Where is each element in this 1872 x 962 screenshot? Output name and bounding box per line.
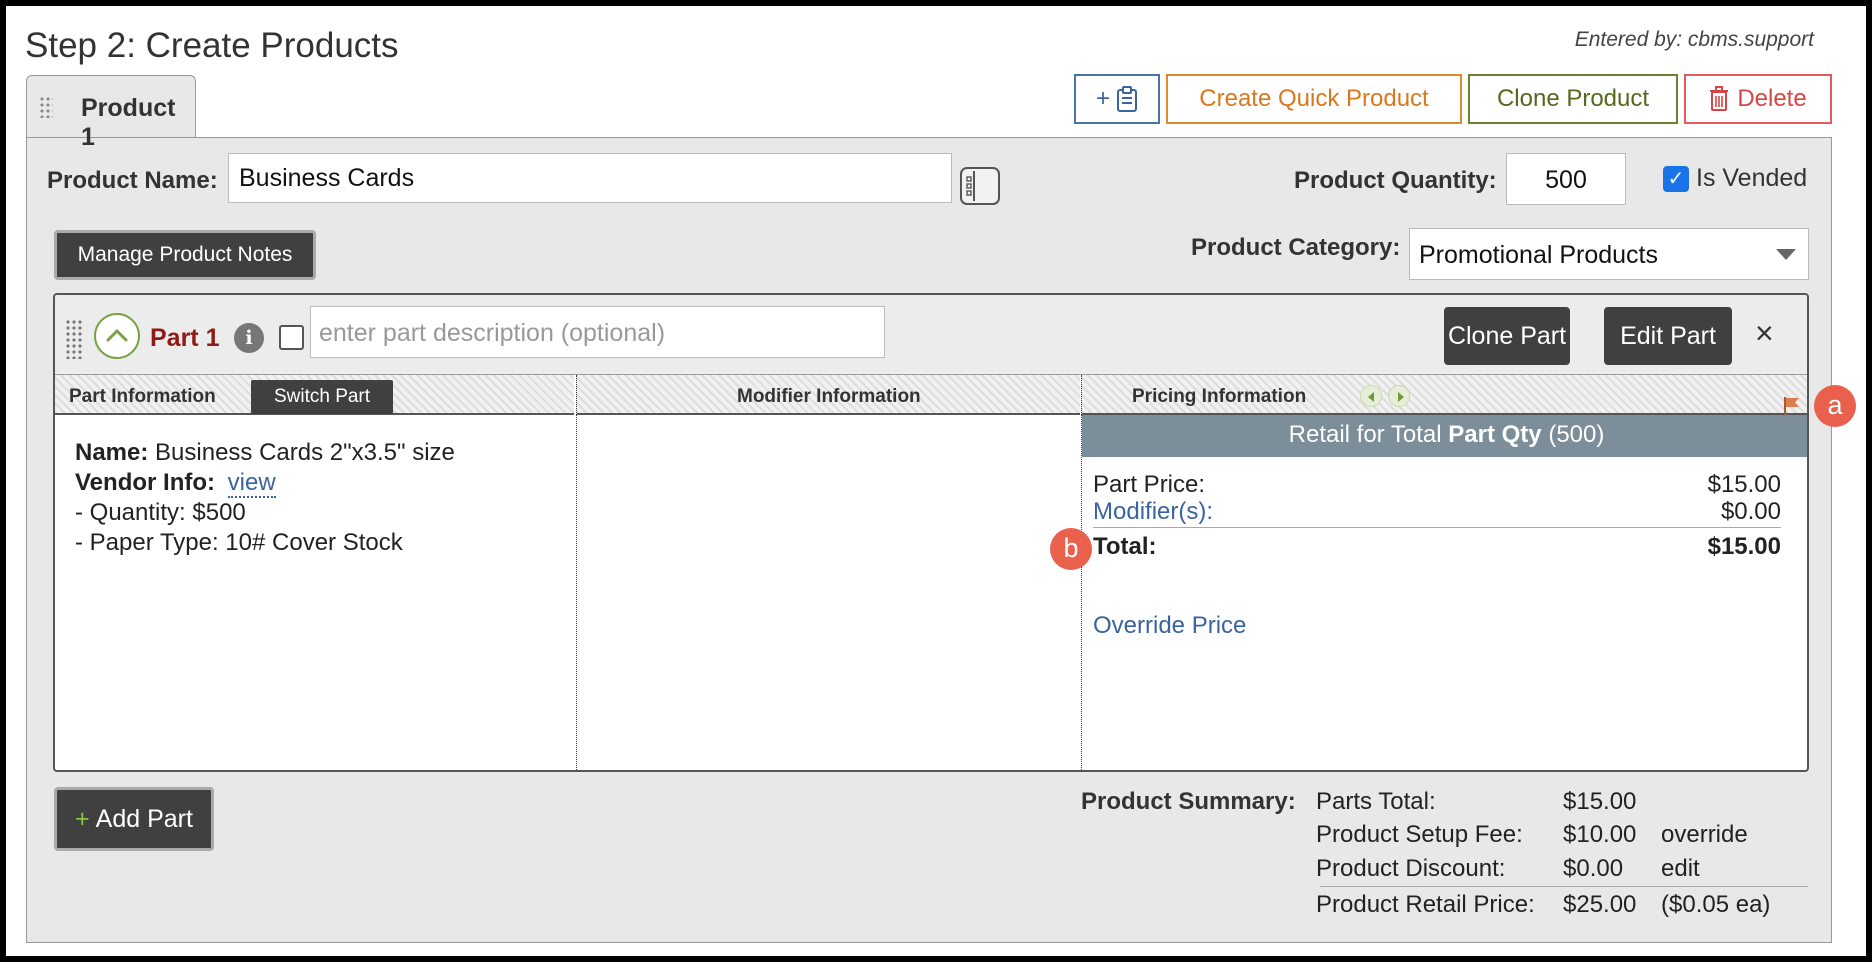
summary-label: Product Discount: — [1316, 855, 1506, 882]
modifiers-row: Modifier(s): $0.00 — [1093, 498, 1781, 528]
summary-label: Product Setup Fee: — [1316, 821, 1523, 848]
drag-handle-icon[interactable] — [39, 96, 53, 118]
pricing-information-body: Retail for Total Part Qty (500) Part Pri… — [1081, 415, 1807, 770]
clone-part-button[interactable]: Clone Part — [1444, 307, 1570, 365]
arrow-left-icon[interactable] — [1360, 385, 1382, 407]
product-category-value: Promotional Products — [1419, 241, 1659, 269]
part-price-label: Part Price: — [1093, 471, 1206, 498]
part-name-value: Business Cards 2"x3.5" size — [155, 439, 455, 466]
switch-part-button[interactable]: Switch Part — [251, 380, 393, 414]
product-summary-label: Product Summary: — [1081, 788, 1296, 815]
part-price-row: Part Price: $15.00 — [1093, 471, 1781, 499]
annotation-marker-a: a — [1814, 385, 1856, 427]
retail-header-bold: Part Qty — [1448, 421, 1542, 448]
close-icon[interactable]: × — [1755, 315, 1774, 352]
part-name-label: Name: — [75, 439, 149, 466]
add-part-label: Add Part — [95, 804, 193, 833]
layout-icon[interactable] — [960, 167, 1000, 205]
modifier-information-header: Modifier Information — [576, 375, 1080, 415]
override-price-link[interactable]: Override Price — [1093, 612, 1246, 640]
total-label: Total: — [1093, 533, 1157, 560]
tab-label: Product 1 — [81, 94, 176, 151]
edit-part-button[interactable]: Edit Part — [1604, 307, 1732, 365]
total-value: $15.00 — [1707, 533, 1781, 560]
summary-label: Product Retail Price: — [1316, 891, 1535, 918]
delete-product-button[interactable]: Delete — [1684, 74, 1832, 124]
summary-value: $10.00 — [1563, 821, 1637, 848]
summary-divider — [1320, 886, 1808, 887]
is-vended-checkbox[interactable]: ✓ — [1663, 165, 1689, 192]
product-quantity-label: Product Quantity: — [1294, 167, 1497, 194]
retail-header-suffix: (500) — [1548, 421, 1605, 448]
entered-by: Entered by: cbms.support — [1574, 28, 1814, 51]
flag-icon[interactable] — [1783, 396, 1801, 416]
add-from-template-button[interactable]: + — [1074, 74, 1160, 124]
delete-label: Delete — [1737, 85, 1807, 112]
modifier-information-body — [576, 415, 1081, 770]
summary-value: $15.00 — [1563, 788, 1637, 815]
discount-edit-link[interactable]: edit — [1661, 855, 1700, 883]
product-quantity-input[interactable]: 500 — [1506, 153, 1626, 205]
vendor-view-link[interactable]: view — [227, 469, 276, 498]
part-information-title: Part Information — [69, 386, 216, 407]
part-title: Part 1 — [150, 324, 220, 352]
retail-header: Retail for Total Part Qty (500) — [1082, 415, 1807, 457]
product-category-select[interactable]: Promotional Products — [1409, 228, 1809, 280]
is-vended-toggle[interactable]: ✓ Is Vended — [1663, 164, 1807, 193]
page-frame: Step 2: Create Products Entered by: cbms… — [6, 6, 1866, 956]
paper-type-line: - Paper Type: 10# Cover Stock — [75, 529, 403, 556]
part-name-line: Name: Business Cards 2"x3.5" size — [75, 439, 455, 467]
annotation-marker-b: b — [1050, 528, 1092, 570]
info-icon[interactable]: i — [234, 323, 264, 353]
setup-fee-override-link[interactable]: override — [1661, 821, 1748, 849]
total-row: Total: $15.00 — [1093, 533, 1781, 561]
modifiers-value: $0.00 — [1720, 498, 1781, 525]
product-name-label: Product Name: — [47, 167, 218, 194]
create-quick-product-button[interactable]: Create Quick Product — [1166, 74, 1462, 124]
page-title: Step 2: Create Products — [25, 26, 399, 65]
clone-product-button[interactable]: Clone Product — [1468, 74, 1678, 124]
clipboard-icon — [1117, 86, 1137, 112]
modifiers-link[interactable]: Modifier(s): — [1093, 498, 1213, 525]
summary-value: $25.00 — [1563, 891, 1637, 918]
pricing-information-title: Pricing Information — [1132, 386, 1307, 407]
tab-product-1[interactable]: Product 1 — [26, 75, 196, 151]
part-card: Part 1 i enter part description (optiona… — [53, 293, 1809, 772]
drag-handle-icon[interactable] — [65, 319, 83, 359]
vendor-info-line: Vendor Info: view — [75, 469, 276, 498]
per-unit-price: ($0.05 ea) — [1661, 891, 1771, 918]
is-vended-label: Is Vended — [1696, 164, 1808, 192]
chevron-down-icon — [1776, 249, 1796, 260]
product-name-input[interactable]: Business Cards — [228, 153, 952, 203]
product-category-label: Product Category: — [1191, 234, 1401, 261]
plus-icon: + — [75, 804, 90, 833]
retail-header-prefix: Retail for Total — [1288, 421, 1442, 448]
trash-icon — [1710, 86, 1729, 111]
part-price-value: $15.00 — [1707, 471, 1781, 498]
chevron-up-icon[interactable] — [94, 313, 140, 359]
part-description-input[interactable]: enter part description (optional) — [310, 306, 885, 358]
pricing-information-header: Pricing Information — [1081, 375, 1807, 415]
modifier-information-title: Modifier Information — [737, 386, 921, 407]
manage-product-notes-button[interactable]: Manage Product Notes — [54, 230, 316, 280]
part-header: Part 1 i enter part description (optiona… — [55, 295, 1807, 375]
add-part-button[interactable]: + Add Part — [54, 787, 214, 851]
summary-label: Parts Total: — [1316, 788, 1436, 815]
part-information-header: Part Information Switch Part — [55, 375, 574, 415]
vendor-info-label: Vendor Info: — [75, 469, 215, 496]
part-quantity-line: - Quantity: $500 — [75, 499, 246, 526]
part-select-checkbox[interactable] — [279, 325, 304, 350]
summary-value: $0.00 — [1563, 855, 1624, 882]
plus-label: + — [1095, 85, 1110, 112]
arrow-right-icon[interactable] — [1388, 385, 1410, 407]
